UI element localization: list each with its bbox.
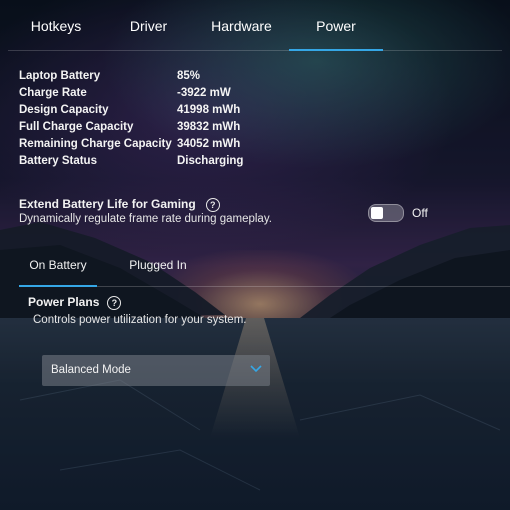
help-circle-icon[interactable]: ? xyxy=(205,197,220,212)
battery-info: Laptop Battery 85% Charge Rate -3922 mW … xyxy=(19,68,243,170)
info-row: Laptop Battery 85% xyxy=(19,68,243,85)
tab-on-battery[interactable]: On Battery xyxy=(19,258,97,287)
info-label: Full Charge Capacity xyxy=(19,121,134,133)
info-row: Battery Status Discharging xyxy=(19,153,243,170)
info-value: 85% xyxy=(177,70,201,82)
power-subtabs: On Battery Plugged In xyxy=(19,250,510,287)
extend-battery-title: Extend Battery Life for Gaming? xyxy=(19,197,220,212)
info-value: Discharging xyxy=(177,155,244,167)
extend-battery-description: Dynamically regulate frame rate during g… xyxy=(19,213,272,225)
power-plans-title: Power Plans? xyxy=(28,295,122,310)
power-plans-title-text: Power Plans xyxy=(28,295,100,309)
toggle-knob xyxy=(371,207,383,219)
info-row: Design Capacity 41998 mWh xyxy=(19,102,243,119)
info-value: 39832 mWh xyxy=(177,121,241,133)
tab-hotkeys[interactable]: Hotkeys xyxy=(16,18,96,50)
main-tabs: Hotkeys Driver Hardware Power xyxy=(8,0,502,51)
power-plan-selected-value: Balanced Mode xyxy=(51,364,131,376)
tab-plugged-in[interactable]: Plugged In xyxy=(115,258,201,286)
power-plan-select[interactable]: Balanced Mode xyxy=(42,355,270,386)
info-value: -3922 mW xyxy=(177,87,231,99)
info-row: Full Charge Capacity 39832 mWh xyxy=(19,119,243,136)
info-row: Charge Rate -3922 mW xyxy=(19,85,243,102)
power-plans-description: Controls power utilization for your syst… xyxy=(33,314,247,326)
help-circle-icon[interactable]: ? xyxy=(107,295,122,310)
info-value: 41998 mWh xyxy=(177,104,241,116)
tab-power[interactable]: Power xyxy=(289,18,383,51)
info-row: Remaining Charge Capacity 34052 mWh xyxy=(19,136,243,153)
tab-hardware[interactable]: Hardware xyxy=(199,18,284,50)
chevron-down-icon xyxy=(250,365,262,373)
extend-battery-title-text: Extend Battery Life for Gaming xyxy=(19,197,196,211)
info-label: Design Capacity xyxy=(19,104,109,116)
info-label: Remaining Charge Capacity xyxy=(19,138,172,150)
extend-battery-toggle[interactable] xyxy=(368,204,404,222)
info-label: Charge Rate xyxy=(19,87,87,99)
info-label: Laptop Battery xyxy=(19,70,101,82)
info-label: Battery Status xyxy=(19,155,97,167)
info-value: 34052 mWh xyxy=(177,138,241,150)
toggle-state-label: Off xyxy=(412,206,428,220)
tab-driver[interactable]: Driver xyxy=(111,18,186,50)
